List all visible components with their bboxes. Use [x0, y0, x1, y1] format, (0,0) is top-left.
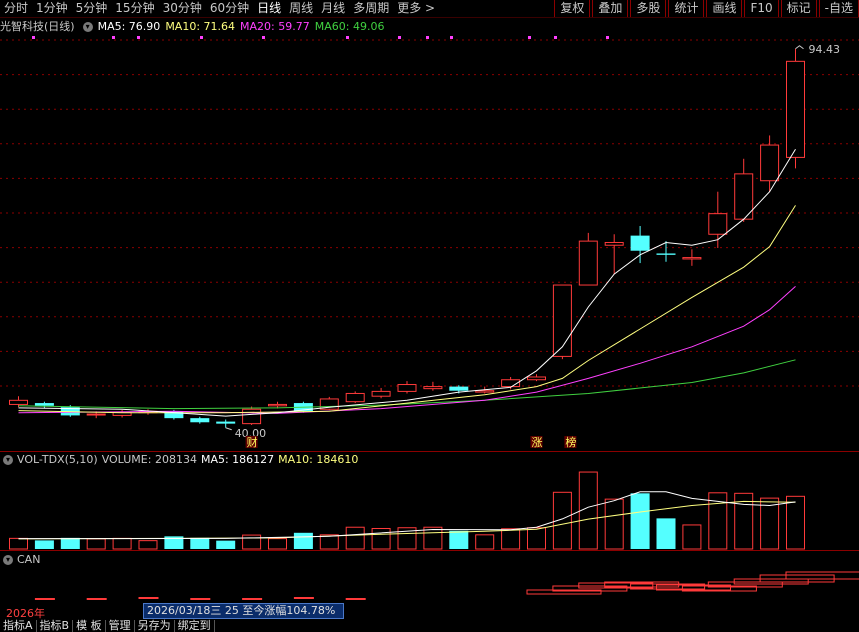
volume-bar	[138, 540, 158, 550]
candle-body	[682, 257, 702, 260]
candle-body	[86, 413, 106, 416]
volume-ma10-line	[18, 500, 796, 540]
signal-dot	[426, 36, 429, 39]
can-bar	[138, 597, 159, 599]
signal-dot	[606, 36, 609, 39]
signal-dot	[528, 36, 531, 39]
volume-bar	[527, 527, 546, 550]
chevron-down-icon[interactable]: ▾	[3, 555, 13, 565]
volume-bar	[293, 532, 313, 549]
volume-ma5-line	[18, 491, 796, 540]
event-marker: 财	[247, 435, 258, 449]
volume-bar	[475, 534, 495, 550]
candle-body	[604, 241, 624, 246]
signal-dot	[450, 36, 453, 39]
volume-indicator-name: VOL-TDX(5,10)	[17, 453, 98, 466]
volume-bar	[449, 530, 469, 549]
event-marker: 榜	[565, 435, 576, 449]
volume-bar	[112, 537, 132, 550]
volume-bar	[630, 493, 650, 549]
volume-ma10: MA10: 184610	[278, 453, 359, 466]
chart-canvas[interactable]: 94.4340.00财涨榜	[0, 0, 859, 600]
signal-dot	[398, 36, 401, 39]
candle-body	[216, 421, 236, 424]
candle-body	[345, 392, 365, 403]
signal-dot	[32, 36, 35, 39]
can-bar	[34, 598, 55, 600]
volume-bar	[604, 498, 624, 550]
candle-body	[268, 403, 287, 407]
candle-body	[449, 386, 469, 391]
indicator-tab[interactable]: 另存为	[135, 620, 175, 632]
candle-body	[760, 144, 780, 182]
volume-bar	[34, 540, 54, 549]
volume-bar	[319, 534, 339, 550]
candle-body	[527, 376, 546, 381]
volume-bar	[216, 540, 236, 549]
signal-dot	[346, 36, 349, 39]
can-legend: ▾ CAN	[0, 552, 44, 568]
signal-dot	[554, 36, 557, 39]
status-bar: 2026年 2026/03/18三 25 至今涨幅104.78% 指标A 指标B 模…	[0, 601, 859, 632]
candle-body	[578, 240, 598, 286]
volume-bar	[682, 524, 702, 550]
chevron-down-icon[interactable]: ▾	[3, 455, 13, 465]
can-bar	[86, 598, 107, 600]
candle-body	[9, 399, 28, 405]
candle-body	[371, 390, 391, 397]
can-bar	[345, 598, 366, 600]
high-price-label: 94.43	[809, 43, 841, 56]
indicator-tabs: 指标A 指标B 模 板管理 另存为 绑定到	[0, 620, 215, 632]
candle-body	[190, 418, 210, 423]
signal-dot	[112, 36, 115, 39]
volume-value: VOLUME: 208134	[101, 453, 197, 466]
high-marker	[795, 45, 804, 50]
event-marker: 涨	[532, 436, 543, 449]
volume-bar	[423, 526, 443, 550]
candle-body	[552, 284, 572, 357]
indicator-tab[interactable]: 绑定到	[175, 620, 215, 632]
volume-bar	[656, 518, 676, 549]
volume-bar	[190, 537, 210, 549]
can-bar	[242, 598, 263, 600]
can-bar	[293, 597, 314, 599]
volume-ma5: MA5: 186127	[200, 453, 275, 466]
volume-bar	[86, 538, 106, 550]
indicator-tab[interactable]: 指标A	[0, 620, 37, 632]
signal-dot	[137, 36, 140, 39]
candle-body	[656, 253, 676, 255]
volume-bar	[501, 528, 521, 550]
volume-bar	[242, 534, 262, 550]
candle-body	[708, 213, 728, 235]
volume-bar	[371, 527, 391, 550]
can-bar	[190, 598, 211, 600]
volume-bar	[268, 538, 287, 550]
range-change-box: 2026/03/18三 25 至今涨幅104.78%	[143, 603, 344, 619]
candle-body	[34, 403, 54, 406]
volume-bar	[786, 495, 805, 550]
signal-dot	[200, 36, 203, 39]
can-indicator-name: CAN	[17, 553, 41, 566]
candle-body	[242, 408, 262, 425]
candle-body	[423, 386, 443, 390]
volume-bar	[9, 537, 28, 550]
volume-bar	[60, 537, 80, 549]
candle-body	[475, 390, 495, 393]
candle-body	[630, 235, 650, 251]
low-marker	[225, 427, 232, 431]
indicator-tab[interactable]: 模 板	[73, 620, 106, 632]
panel-divider[interactable]	[0, 550, 859, 551]
indicator-tab[interactable]: 指标B	[37, 620, 74, 632]
signal-dot	[262, 36, 265, 39]
candle-body	[786, 60, 805, 158]
volume-bar	[345, 526, 365, 550]
volume-legend: ▾ VOL-TDX(5,10) VOLUME: 208134 MA5: 186127 M…	[0, 452, 362, 468]
indicator-tab[interactable]: 管理	[106, 620, 135, 632]
candle-body	[397, 384, 417, 392]
